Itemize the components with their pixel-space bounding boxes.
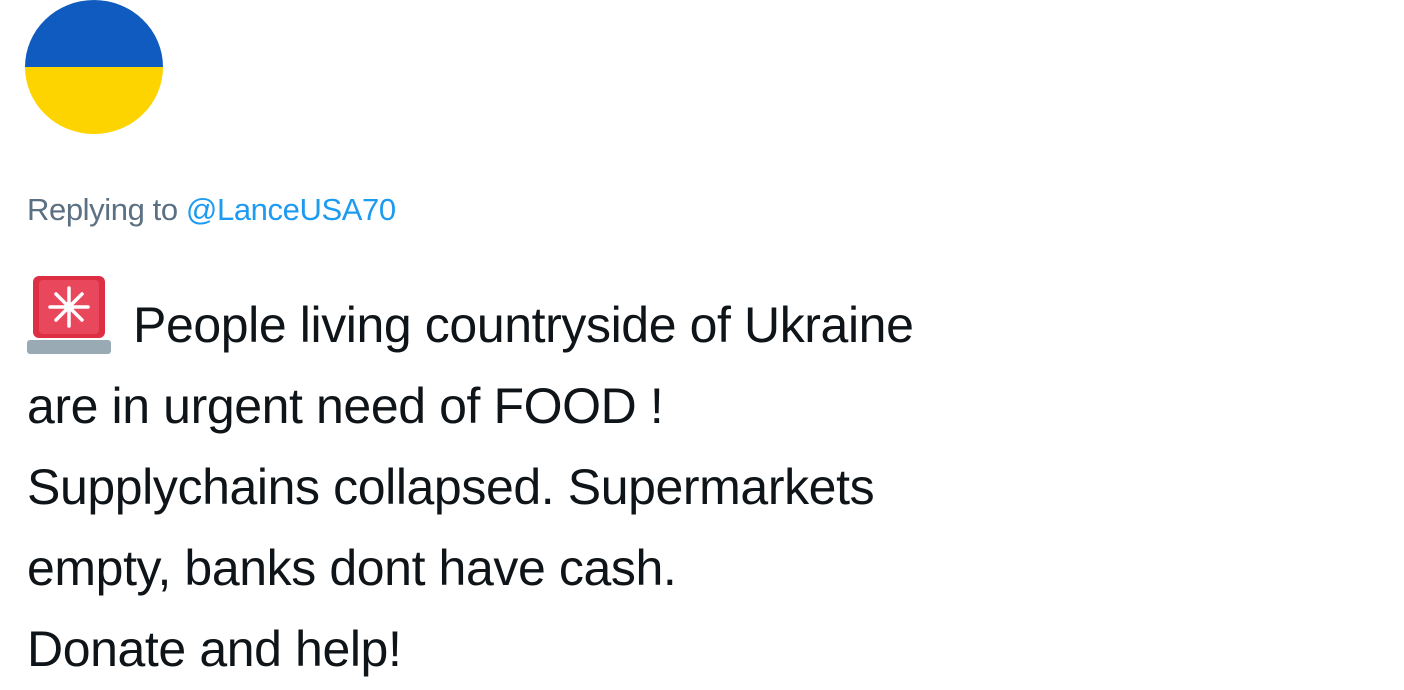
avatar-flag-yellow-stripe — [25, 67, 163, 134]
tweet-line-1: People living countryside of Ukraine — [27, 272, 1367, 366]
replying-to-prefix: Replying to — [27, 192, 178, 227]
mention-link[interactable]: @LanceUSA70 — [186, 192, 396, 227]
avatar-flag-blue-stripe — [25, 0, 163, 67]
tweet-line-1-text: People living countryside of Ukraine — [133, 297, 914, 353]
police-car-light-icon — [27, 272, 111, 356]
replying-to: Replying to @LanceUSA70 — [27, 190, 396, 230]
tweet-line-4: empty, banks dont have cash. — [27, 540, 677, 596]
tweet-line-5: Donate and help! — [27, 621, 402, 677]
avatar[interactable] — [25, 0, 163, 134]
tweet-line-3: Supplychains collapsed. Supermarkets — [27, 459, 875, 515]
tweet-text: People living countryside of Ukraine are… — [27, 272, 1367, 690]
tweet-line-2: are in urgent need of FOOD ! — [27, 378, 664, 434]
